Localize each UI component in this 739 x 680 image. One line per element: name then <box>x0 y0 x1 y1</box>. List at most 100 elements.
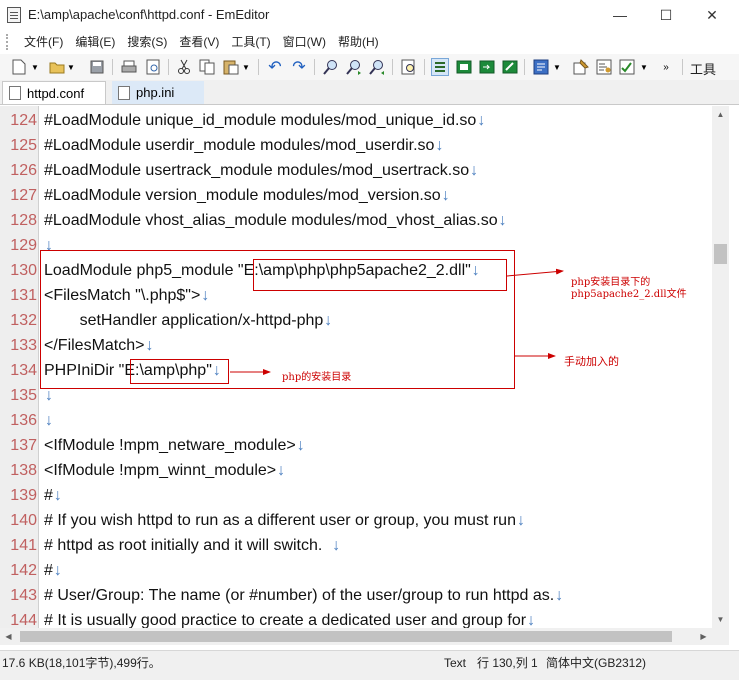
editor-line[interactable]: 140 # If you wish httpd to run as a diffe… <box>0 508 712 533</box>
scroll-right-icon[interactable]: ▶ <box>695 628 712 645</box>
line-text: ↓ <box>44 408 53 433</box>
undo-icon[interactable]: ↶ <box>266 58 284 76</box>
line-number: 135 <box>10 387 37 404</box>
maximize-button[interactable]: ☐ <box>643 0 689 30</box>
status-encoding[interactable]: 简体中文(GB2312) <box>546 655 646 671</box>
annotation-dir-note: php的安装目录 <box>282 372 352 383</box>
tab-bar: httpd.conf php.ini <box>0 80 739 105</box>
end-of-line-mark: ↓ <box>470 162 479 179</box>
editor-line[interactable]: 137 <IfModule !mpm_netware_module>↓ <box>0 433 712 458</box>
line-number: 133 <box>10 337 37 354</box>
editor-line[interactable]: 125 #LoadModule userdir_module modules/mo… <box>0 133 712 158</box>
line-number: 128 <box>10 212 37 229</box>
open-folder-icon[interactable] <box>48 58 66 76</box>
configuration-dropdown-icon[interactable]: ▼ <box>552 58 562 76</box>
end-of-line-mark: ↓ <box>498 212 507 229</box>
scroll-left-icon[interactable]: ◀ <box>0 628 17 645</box>
editor-line[interactable]: 144 # It is usually good practice to crea… <box>0 608 712 628</box>
find-icon[interactable] <box>322 58 340 76</box>
wrap-ruler-icon[interactable] <box>501 58 519 76</box>
wrap-window-icon[interactable] <box>455 58 473 76</box>
end-of-line-mark: ↓ <box>527 612 536 628</box>
line-text: <IfModule !mpm_netware_module>↓ <box>44 433 305 458</box>
tools-toolbar-label[interactable]: 工具 <box>690 59 716 78</box>
macro-icon[interactable] <box>618 58 636 76</box>
line-content: #LoadModule version_module modules/mod_v… <box>44 187 441 204</box>
horizontal-scrollbar[interactable]: ◀ ▶ <box>0 628 712 645</box>
menu-view[interactable]: 查看(V) <box>173 30 225 54</box>
menu-edit[interactable]: 编辑(E) <box>69 30 121 54</box>
menu-file[interactable]: 文件(F) <box>18 30 69 54</box>
editor-line[interactable]: 128 #LoadModule vhost_alias_module module… <box>0 208 712 233</box>
toolbar-separator <box>682 59 683 75</box>
macro-dropdown-icon[interactable]: ▼ <box>639 58 649 76</box>
end-of-line-mark: ↓ <box>53 487 62 504</box>
editor-line[interactable]: 127 #LoadModule version_module modules/mo… <box>0 183 712 208</box>
configuration-icon[interactable] <box>532 58 550 76</box>
scroll-down-icon[interactable]: ▼ <box>712 611 729 628</box>
minimize-button[interactable]: — <box>597 0 643 30</box>
vertical-scroll-thumb[interactable] <box>714 244 727 264</box>
cut-icon[interactable] <box>175 58 193 76</box>
open-dropdown-icon[interactable]: ▼ <box>66 58 76 76</box>
wrap-none-icon[interactable] <box>431 58 449 76</box>
wrap-page-icon[interactable] <box>478 58 496 76</box>
line-text: # User/Group: The name (or #number) of t… <box>44 583 563 608</box>
toolbar-overflow-icon[interactable]: » <box>660 58 672 76</box>
end-of-line-mark: ↓ <box>277 462 286 479</box>
end-of-line-mark: ↓ <box>441 187 450 204</box>
text-editor[interactable]: 124 #LoadModule unique_id_module modules/… <box>0 106 712 628</box>
editor-line[interactable]: 138 <IfModule !mpm_winnt_module>↓ <box>0 458 712 483</box>
paste-dropdown-icon[interactable]: ▼ <box>241 58 251 76</box>
tab-php-ini[interactable]: php.ini <box>112 81 204 104</box>
status-mode[interactable]: Text <box>444 655 466 671</box>
editor-line[interactable]: 142 #↓ <box>0 558 712 583</box>
menu-tools[interactable]: 工具(T) <box>225 30 276 54</box>
editor-line[interactable]: 141 # httpd as root initially and it will… <box>0 533 712 558</box>
find-next-icon[interactable] <box>345 58 363 76</box>
toolbar-separator <box>168 59 169 75</box>
editor-line[interactable]: 143 # User/Group: The name (or #number) o… <box>0 583 712 608</box>
editor-line[interactable]: 136 ↓ <box>0 408 712 433</box>
editor-line[interactable]: 139 #↓ <box>0 483 712 508</box>
menu-window[interactable]: 窗口(W) <box>277 30 332 54</box>
save-icon[interactable] <box>88 58 106 76</box>
scroll-up-icon[interactable]: ▲ <box>712 106 729 123</box>
title-bar: E:\amp\apache\conf\httpd.conf - EmEditor… <box>0 0 739 30</box>
line-number: 139 <box>10 487 37 504</box>
tab-label: httpd.conf <box>27 85 85 101</box>
close-button[interactable]: ✕ <box>689 0 735 30</box>
redo-icon[interactable]: ↷ <box>290 58 308 76</box>
print-icon[interactable] <box>120 58 138 76</box>
end-of-line-mark: ↓ <box>477 112 486 129</box>
new-file-icon[interactable] <box>10 58 28 76</box>
find-previous-icon[interactable] <box>368 58 386 76</box>
line-content: # <box>44 487 53 504</box>
editor-line[interactable]: 126 #LoadModule usertrack_module modules/… <box>0 158 712 183</box>
properties-icon[interactable] <box>595 58 613 76</box>
scrollbar-corner <box>712 628 729 645</box>
copy-icon[interactable] <box>198 58 216 76</box>
customize-icon[interactable] <box>572 58 590 76</box>
line-text: #LoadModule vhost_alias_module modules/m… <box>44 208 507 233</box>
print-preview-icon[interactable] <box>144 58 162 76</box>
vertical-scrollbar[interactable]: ▲ ▼ <box>712 106 729 628</box>
toolbar-separator <box>524 59 525 75</box>
line-number: 134 <box>10 362 37 379</box>
toolbar-separator <box>112 59 113 75</box>
new-dropdown-icon[interactable]: ▼ <box>30 58 40 76</box>
menu-search[interactable]: 搜索(S) <box>121 30 173 54</box>
tab-httpd-conf[interactable]: httpd.conf <box>2 81 106 104</box>
line-text: # httpd as root initially and it will sw… <box>44 533 340 558</box>
line-number: 126 <box>10 162 37 179</box>
paste-icon[interactable] <box>222 58 240 76</box>
status-cursor-position[interactable]: 行 130,列 1 <box>477 655 538 671</box>
horizontal-scroll-thumb[interactable] <box>20 631 672 642</box>
editor-line[interactable]: 124 #LoadModule unique_id_module modules/… <box>0 108 712 133</box>
line-number: 131 <box>10 287 37 304</box>
status-file-size: 17.6 KB(18,101字节),499行。 <box>2 656 161 670</box>
toolbar-separator <box>314 59 315 75</box>
line-number: 140 <box>10 512 37 529</box>
menu-help[interactable]: 帮助(H) <box>332 30 385 54</box>
find-in-files-icon[interactable] <box>400 58 418 76</box>
